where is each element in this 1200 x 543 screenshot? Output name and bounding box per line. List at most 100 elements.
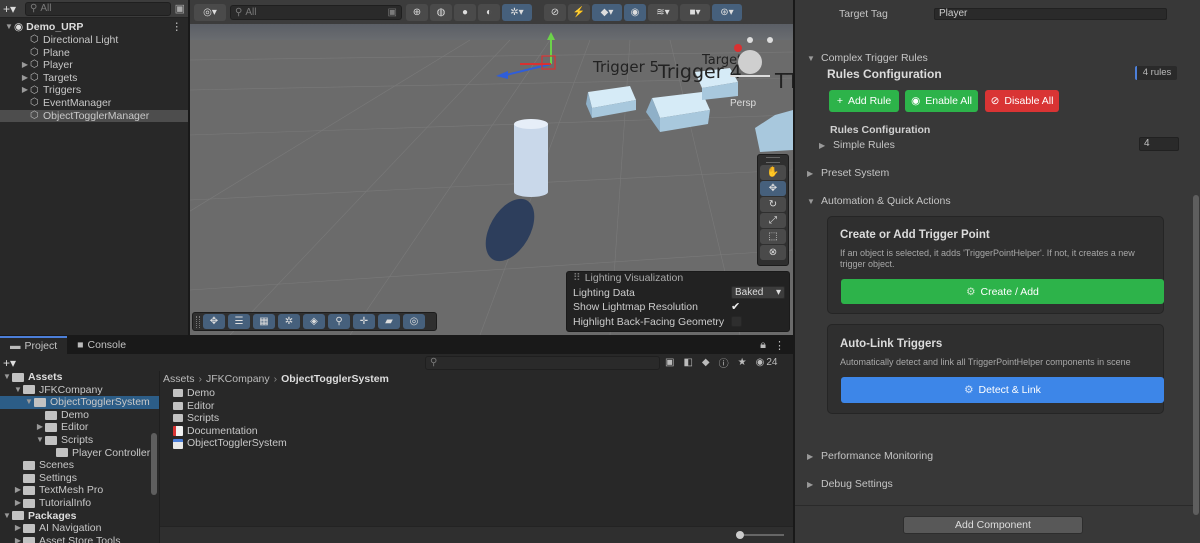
wireframe-icon[interactable]: ⊕	[406, 3, 428, 21]
project-tree-item[interactable]: ▶ TextMesh Pro	[0, 484, 159, 497]
layers-overlay-icon[interactable]: ◈	[303, 314, 325, 329]
unlit-icon[interactable]: ◐	[478, 3, 500, 21]
gizmos-dropdown[interactable]: ⊛▾	[712, 3, 742, 21]
compass-overlay-icon[interactable]: ◎	[403, 314, 425, 329]
hidden-packages-icon[interactable]: ◉ 24	[756, 357, 778, 368]
star-icon[interactable]: ★	[738, 357, 747, 368]
collapse-arrow-icon[interactable]: ▼	[2, 371, 12, 384]
rect-tool-icon[interactable]: ⬚	[760, 229, 786, 244]
draw-layers-dropdown[interactable]: ≋▾	[648, 3, 678, 21]
pivot-icon[interactable]: ✛	[353, 314, 375, 329]
breadcrumb-item[interactable]: Assets	[163, 373, 195, 385]
breadcrumb-item[interactable]: JFKCompany	[206, 373, 270, 385]
hierarchy-item[interactable]: ▶ ⬡ Player	[0, 59, 188, 72]
expand-arrow-icon[interactable]: ▶	[20, 59, 30, 72]
scene-search[interactable]: ⚲ All ▣	[230, 4, 402, 20]
debug-overlay-icon[interactable]: ✲	[278, 314, 300, 329]
expand-arrow-icon[interactable]: ▶	[13, 484, 23, 497]
tab-project[interactable]: ▬ Project	[0, 336, 68, 354]
collapse-arrow-icon[interactable]: ▼	[35, 434, 45, 447]
tab-console[interactable]: ■ Console	[67, 336, 136, 354]
project-tree-item[interactable]: Demo	[0, 409, 159, 422]
transform-tool-icon[interactable]: ⊗	[760, 245, 786, 260]
collapse-arrow-icon[interactable]: ▼	[2, 510, 12, 523]
drag-handle[interactable]	[766, 157, 780, 163]
project-tree-item[interactable]: ▼ Assets	[0, 371, 159, 384]
move-tool-icon[interactable]: ✥	[760, 181, 786, 196]
expand-arrow-icon[interactable]: ▶	[13, 535, 23, 543]
more-menu-icon[interactable]: ⋮	[172, 21, 183, 34]
rotate-tool-icon[interactable]: ↻	[760, 197, 786, 212]
project-file-item[interactable]: ObjectTogglerSystem	[173, 437, 287, 450]
project-file-item[interactable]: Editor	[173, 400, 287, 413]
hierarchy-search[interactable]: ⚲ All	[25, 1, 171, 16]
scene-view[interactable]: Trigger 5 Trigger 4 Target TT Persp ◎▾ ⚲…	[190, 0, 793, 335]
project-tree-item[interactable]: ▶ AI Navigation	[0, 522, 159, 535]
detect-link-button[interactable]: ⚙ Detect & Link	[841, 377, 1164, 403]
create-add-button[interactable]: ⚙ Create / Add	[841, 279, 1164, 304]
project-tree-item[interactable]: ▶ Asset Store Tools	[0, 535, 159, 543]
lighting-data-dropdown[interactable]: Baked ▾	[731, 286, 785, 299]
camera-overlay-icon[interactable]: ▰	[378, 314, 400, 329]
tree-scrollbar[interactable]	[151, 433, 157, 495]
scale-tool-icon[interactable]: ⤢	[760, 213, 786, 228]
lighting-toggle-icon[interactable]: ⚡	[568, 3, 590, 21]
backface-checkbox[interactable]	[731, 316, 742, 327]
expand-arrow-icon[interactable]: ▶	[13, 497, 23, 510]
project-tree-item[interactable]: Settings	[0, 472, 159, 485]
hierarchy-item[interactable]: ⬡ EventManager	[0, 97, 188, 110]
drag-handle[interactable]	[196, 315, 200, 328]
enable-all-button[interactable]: ◉ Enable All	[905, 90, 978, 112]
inspector-scrollbar[interactable]	[1193, 195, 1199, 515]
camera-dropdown[interactable]: ■▾	[680, 3, 710, 21]
add-rule-button[interactable]: + Add Rule	[829, 90, 899, 112]
grid-icon[interactable]: ▦	[253, 314, 275, 329]
drag-handle[interactable]: ⠿	[573, 272, 581, 285]
collapse-arrow-icon[interactable]: ▼	[13, 384, 23, 397]
move-overlay-icon[interactable]: ✥	[203, 314, 225, 329]
search-overlay-icon[interactable]: ⚲	[328, 314, 350, 329]
lock-icon[interactable]: 🔒︎	[760, 339, 766, 352]
debug-settings-foldout[interactable]: ▶ Debug Settings	[807, 478, 893, 490]
breadcrumb-item-current[interactable]: ObjectTogglerSystem	[281, 373, 389, 385]
expand-arrow-icon[interactable]: ▼	[4, 21, 14, 34]
project-tree-item[interactable]: Player Controller	[0, 447, 159, 460]
project-tree-item[interactable]: ▼ Scripts	[0, 434, 159, 447]
project-tree-item[interactable]: ▶ TutorialInfo	[0, 497, 159, 510]
project-search[interactable]: ⚲	[425, 355, 660, 370]
expand-arrow-icon[interactable]: ▶	[13, 522, 23, 535]
hierarchy-item[interactable]: ⬡ Directional Light	[0, 34, 188, 47]
hierarchy-item[interactable]: ▶ ⬡ Targets	[0, 72, 188, 85]
expand-arrow-icon[interactable]: ▶	[20, 84, 30, 97]
cylinder-object[interactable]	[514, 119, 548, 197]
create-icon[interactable]: +▾	[3, 356, 16, 370]
expand-arrow-icon[interactable]: ▶	[35, 421, 45, 434]
zoom-slider-thumb[interactable]	[736, 531, 744, 539]
visibility-icon[interactable]: ◉	[624, 3, 646, 21]
search-mode-icon[interactable]: ▣	[388, 7, 397, 18]
align-icon[interactable]: ☰	[228, 314, 250, 329]
hand-tool-icon[interactable]: ✋	[760, 165, 786, 180]
shaded-wire-icon[interactable]: ◍	[430, 3, 452, 21]
effects-dropdown[interactable]: ◆▾	[592, 3, 622, 21]
more-menu-icon[interactable]: ⋮	[774, 339, 785, 352]
performance-foldout[interactable]: ▶ Performance Monitoring	[807, 450, 933, 462]
tag-icon[interactable]: ◆	[702, 357, 710, 368]
search-mode-icon[interactable]: ▣	[175, 2, 185, 15]
search-by-type-icon[interactable]: ▣	[665, 357, 674, 368]
2d-toggle-icon[interactable]: ⊘	[544, 3, 566, 21]
project-tree-item[interactable]: ▼ Packages	[0, 510, 159, 523]
expand-arrow-icon[interactable]: ▶	[20, 72, 30, 85]
search-by-label-icon[interactable]: ◧	[683, 357, 692, 368]
simple-rules-foldout[interactable]: ▶ Simple Rules	[819, 139, 895, 151]
complex-rules-foldout[interactable]: ▼ Complex Trigger Rules	[807, 52, 928, 64]
info-icon[interactable]: ⓘ	[719, 355, 729, 370]
simple-rules-count-field[interactable]: 4	[1139, 137, 1179, 151]
disable-all-button[interactable]: ⊘ Disable All	[985, 90, 1059, 112]
project-file-item[interactable]: Scripts	[173, 412, 287, 425]
project-tree-item[interactable]: ▼ ObjectTogglerSystem	[0, 396, 159, 409]
persp-label[interactable]: Persp	[730, 98, 757, 109]
project-tree-item[interactable]: ▶ Editor	[0, 421, 159, 434]
automation-foldout[interactable]: ▼ Automation & Quick Actions	[807, 195, 951, 207]
project-file-item[interactable]: Documentation	[173, 425, 287, 438]
